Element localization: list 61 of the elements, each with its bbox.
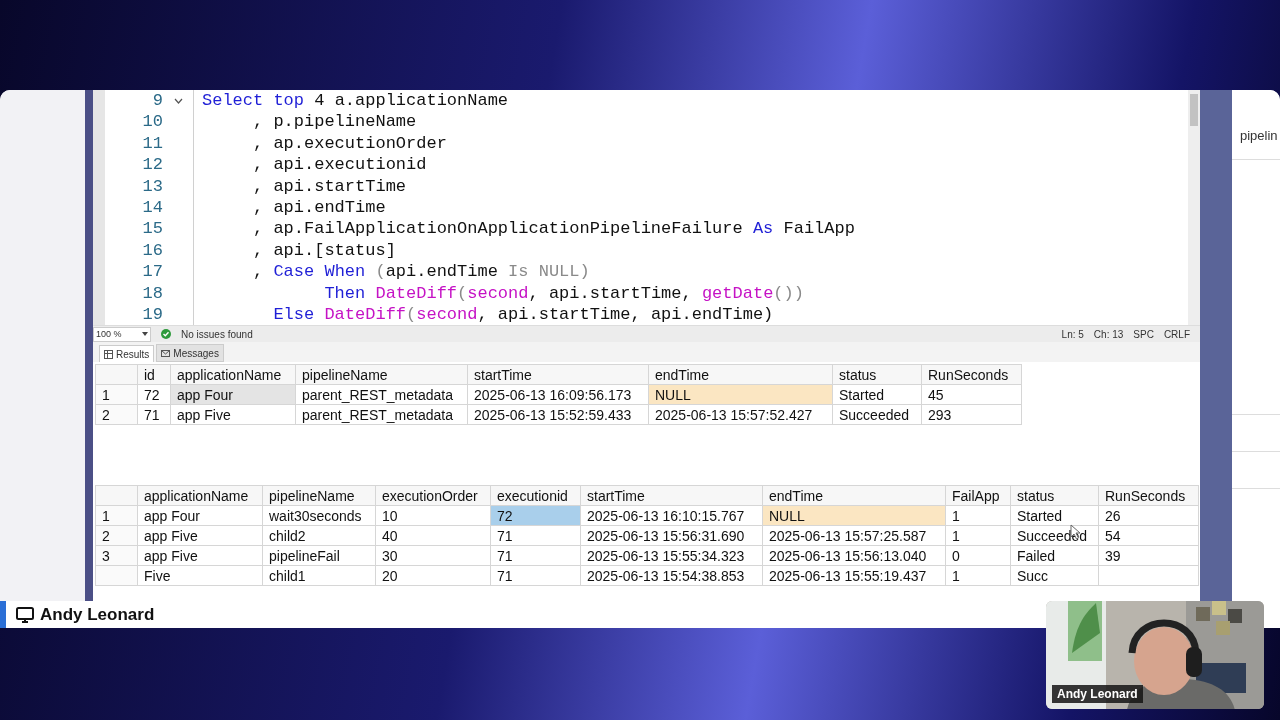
- column-header[interactable]: status: [832, 364, 922, 385]
- column-header[interactable]: id: [137, 364, 171, 385]
- line-ending: CRLF: [1163, 328, 1190, 340]
- code-line: , Case When (api.endTime Is NULL): [252, 261, 590, 283]
- panel-text: pipelin: [1239, 128, 1279, 143]
- column-header[interactable]: executionOrder: [375, 485, 491, 506]
- column-header[interactable]: RunSeconds: [921, 364, 1022, 385]
- row-header[interactable]: 2: [95, 525, 138, 546]
- line-number: 14: [141, 196, 163, 219]
- code-line: Select top 4 a.applicationName: [202, 90, 509, 112]
- column-header[interactable]: RunSeconds: [1098, 485, 1199, 506]
- column-header[interactable]: pipelineName: [262, 485, 376, 506]
- issues-status: No issues found: [181, 328, 253, 340]
- line-number: 9: [151, 90, 163, 112]
- line-number: 19: [141, 303, 163, 325]
- line-number: 15: [141, 218, 163, 240]
- column-header[interactable]: startTime: [580, 485, 763, 506]
- row-header[interactable]: 3: [95, 545, 138, 566]
- zoom-dropdown[interactable]: 100 %: [93, 326, 151, 342]
- column-header[interactable]: pipelineName: [295, 364, 468, 385]
- check-icon: [161, 329, 171, 339]
- code-line: , api.[status]: [252, 239, 396, 262]
- line-number: 18: [141, 282, 163, 304]
- row-header[interactable]: 1: [95, 505, 138, 526]
- line-number: 11: [141, 132, 163, 155]
- code-line: Then DateDiff(second, api.startTime, getDate()): [323, 282, 804, 304]
- collapse-icon[interactable]: [173, 97, 183, 104]
- code-line: , api.startTime: [252, 175, 407, 197]
- indent-mode: SPC: [1133, 328, 1154, 340]
- line-number: 13: [141, 175, 163, 197]
- monitor-icon: [16, 606, 34, 623]
- line-position: Ln: 5: [1061, 328, 1084, 340]
- column-position: Ch: 13: [1093, 328, 1124, 340]
- code-line: , p.pipelineName: [252, 111, 417, 133]
- envelope-icon: [161, 348, 171, 358]
- line-number: 17: [141, 261, 163, 283]
- presenter-name: Andy Leonard: [40, 604, 155, 625]
- column-header[interactable]: startTime: [467, 364, 649, 385]
- code-line: , api.executionid: [252, 154, 427, 176]
- scrollbar[interactable]: [1188, 90, 1200, 325]
- line-number: 12: [141, 154, 163, 176]
- column-header[interactable]: executionid: [490, 485, 581, 506]
- code-line: , ap.executionOrder: [252, 132, 447, 155]
- result-tab[interactable]: Messages: [156, 344, 224, 362]
- column-header[interactable]: applicationName: [137, 485, 263, 506]
- column-header[interactable]: endTime: [762, 485, 946, 506]
- row-header[interactable]: 1: [95, 384, 138, 405]
- caret-icon: [142, 332, 148, 336]
- column-header[interactable]: FailApp: [945, 485, 1011, 506]
- column-header[interactable]: endTime: [648, 364, 833, 385]
- column-header[interactable]: status: [1010, 485, 1099, 506]
- result-tab[interactable]: Results: [99, 345, 155, 362]
- column-header[interactable]: applicationName: [170, 364, 296, 385]
- row-header[interactable]: 2: [95, 404, 138, 425]
- grid-icon: [104, 349, 113, 359]
- line-number: 10: [141, 111, 163, 133]
- code-line: Else DateDiff(second, api.startTime, api.endTime): [272, 303, 774, 325]
- webcam-name-label: Andy Leonard: [1052, 685, 1143, 703]
- code-line: , ap.FailApplicationOnApplicationPipelineFailure As FailApp: [252, 218, 855, 240]
- code-line: , api.endTime: [252, 196, 386, 219]
- line-number: 16: [141, 239, 163, 262]
